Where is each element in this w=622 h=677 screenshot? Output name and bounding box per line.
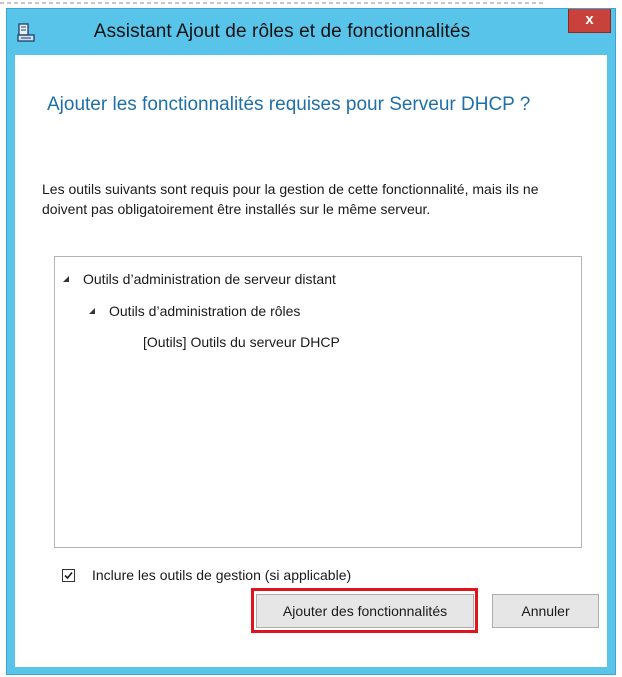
dialog-description: Les outils suivants sont requis pour la … [42, 181, 539, 217]
window-title: Assistant Ajout de rôles et de fonctionn… [93, 21, 471, 42]
close-button[interactable]: x [568, 9, 611, 33]
tree-item-label: Outils d’administration de rôles [109, 303, 301, 319]
cancel-button[interactable]: Annuler [492, 594, 599, 628]
background-strip [0, 0, 622, 8]
dialog-content: Ajouter les fonctionnalités requises pou… [15, 55, 607, 667]
checkmark-icon [64, 571, 73, 580]
background-text-fragment [0, 2, 545, 4]
tree-item-label: Outils d’administration de serveur dista… [83, 271, 336, 287]
tree-item-dhcp-server-tools[interactable]: [Outils] Outils du serveur DHCP [143, 332, 340, 352]
collapse-arrow-icon[interactable] [63, 276, 69, 282]
collapse-arrow-icon[interactable] [89, 308, 95, 314]
include-management-tools[interactable]: Inclure les outils de gestion (si applic… [62, 565, 351, 585]
required-features-tree[interactable]: Outils d’administration de serveur dista… [54, 256, 582, 548]
include-tools-checkbox[interactable] [62, 569, 75, 582]
title-bar[interactable]: Assistant Ajout de rôles et de fonctionn… [7, 9, 615, 57]
include-tools-label: Inclure les outils de gestion (si applic… [92, 567, 352, 583]
dialog-heading: Ajouter les fonctionnalités requises pou… [47, 94, 531, 115]
add-features-button[interactable]: Ajouter des fonctionnalités [256, 594, 474, 628]
wizard-window: Assistant Ajout de rôles et de fonctionn… [6, 8, 616, 675]
tree-item-label: [Outils] Outils du serveur DHCP [143, 334, 340, 350]
tree-item-remote-admin-tools[interactable]: Outils d’administration de serveur dista… [63, 269, 336, 289]
tree-item-role-admin-tools[interactable]: Outils d’administration de rôles [89, 301, 300, 321]
